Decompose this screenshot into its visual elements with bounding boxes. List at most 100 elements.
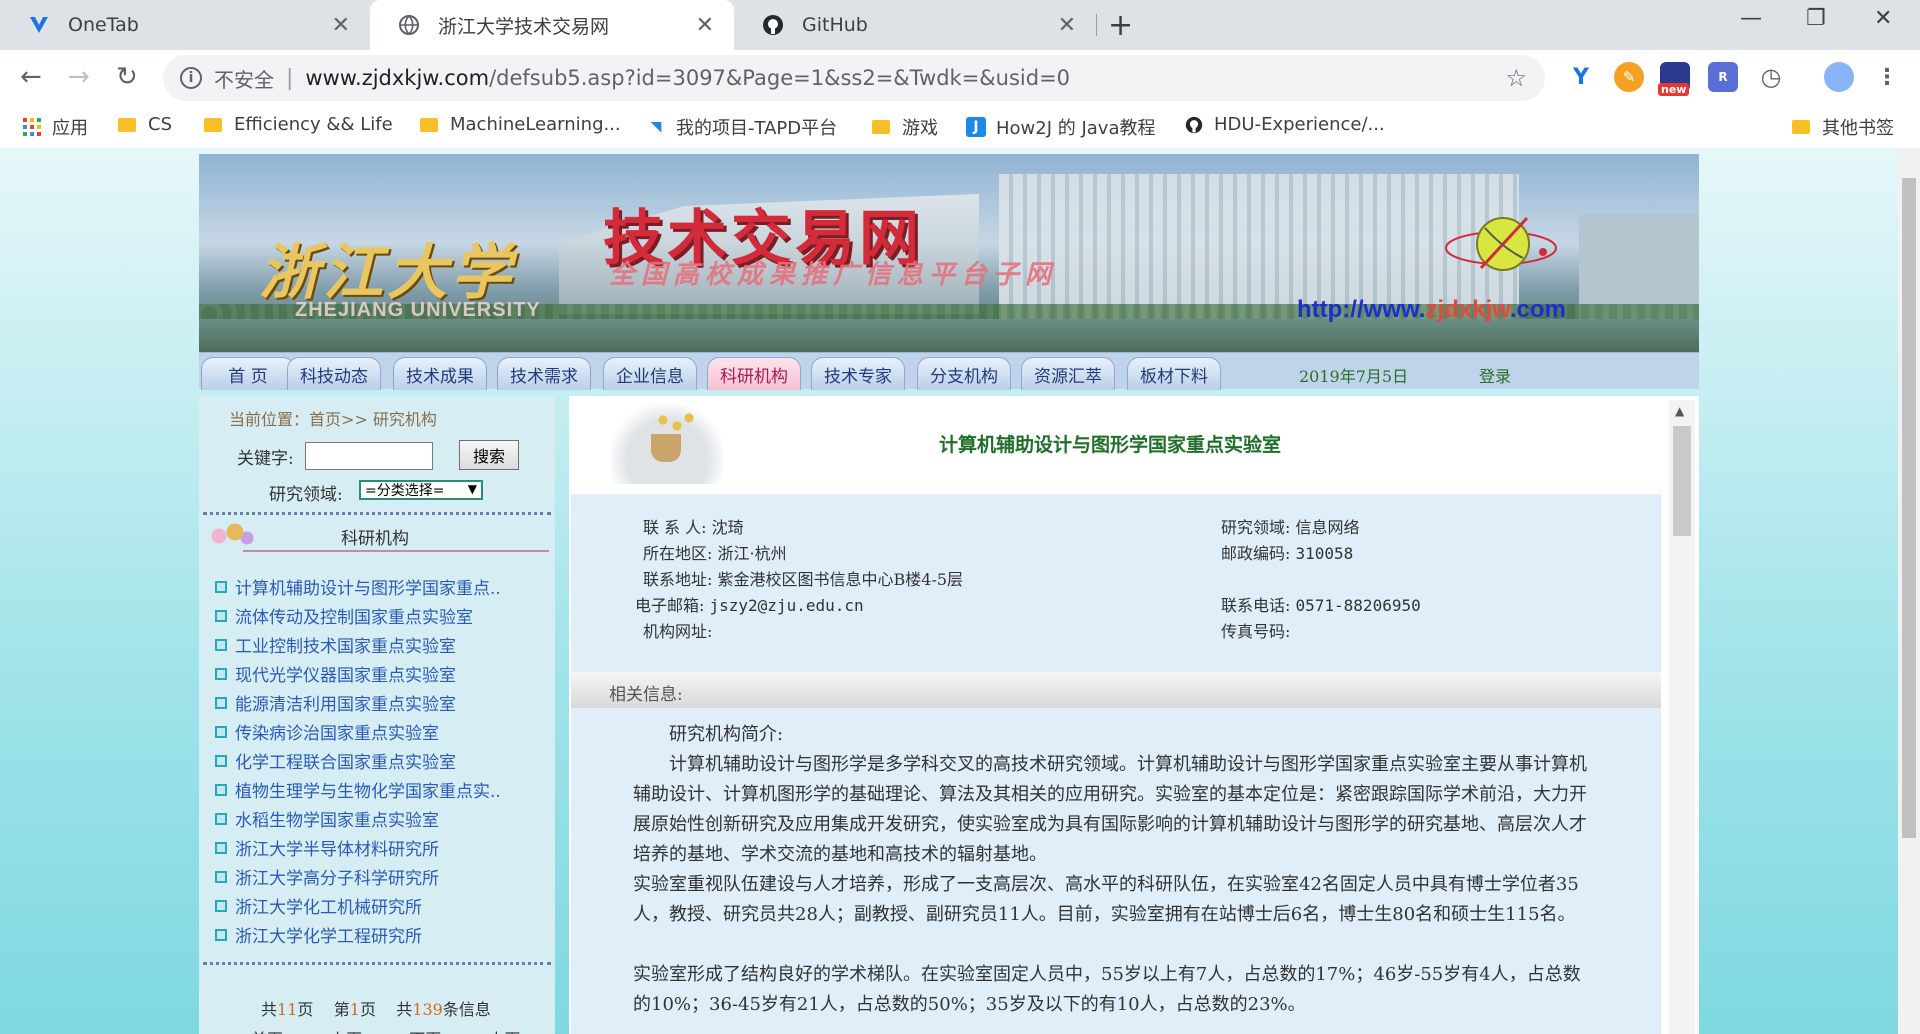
reload-icon[interactable]: ↻ [116,62,138,92]
nav-resources[interactable]: 资源汇萃 [1021,357,1115,390]
bullet-square-icon [215,899,227,912]
pager-first-link[interactable]: 首页 [251,1030,283,1034]
ext-r-icon[interactable]: R [1708,62,1738,92]
bookmark-games[interactable]: 游戏 [872,114,938,140]
avatar[interactable] [1824,62,1854,92]
list-item[interactable]: 计算机辅助设计与图形学国家重点.. [215,572,501,601]
breadcrumb-current[interactable]: 研究机构 [373,410,437,429]
new-tab-button[interactable]: + [1108,8,1133,43]
bookmark-hdu[interactable]: HDU-Experience/... [1184,114,1385,135]
bullet-square-icon [215,696,227,709]
description-paragraph: 实验室重视队伍建设与人才培养，形成了一支高层次、高水平的科研队伍，在实验室42名… [633,874,1579,925]
description-paragraph: 计算机辅助设计与图形学是多学科交叉的高技术研究领域。计算机辅助设计与图形学国家重… [633,754,1587,865]
address-bar[interactable]: i 不安全 | www.zjdxkjw.com /defsub5.asp?id=… [163,55,1545,101]
pager-prev-link[interactable]: 上页 [330,1030,362,1034]
bookmark-how2j[interactable]: J How2J 的 Java教程 [966,114,1156,140]
pager-next-link[interactable]: 下页 [409,1030,441,1034]
bookmark-ml[interactable]: MachineLearning... [420,114,621,135]
info-icon[interactable]: i [180,67,202,89]
close-tab-icon[interactable]: ✕ [332,13,350,38]
restore-icon[interactable]: ❐ [1806,6,1826,31]
nav-board-cutting[interactable]: 板材下料 [1127,357,1221,390]
close-tab-icon[interactable]: ✕ [696,13,714,38]
github-icon [1184,115,1204,135]
list-item[interactable]: 流体传动及控制国家重点实验室 [215,601,501,630]
list-item[interactable]: 浙江大学半导体材料研究所 [215,833,501,862]
bullet-square-icon [215,928,227,941]
close-tab-icon[interactable]: ✕ [1058,13,1076,38]
minimize-icon[interactable]: — [1740,6,1762,31]
list-item[interactable]: 植物生理学与生物化学国家重点实.. [215,775,501,804]
bullet-square-icon [215,841,227,854]
security-label: 不安全 [214,67,274,92]
tab-onetab[interactable]: OneTab ✕ [0,0,370,50]
tab-zjdxkjw[interactable]: 浙江大学技术交易网 ✕ [370,0,734,50]
list-item[interactable]: 水稻生物学国家重点实验室 [215,804,501,833]
lab-info-box: 联 系 人: 沈琦 所在地区: 浙江·杭州 联系地址: 紫金港校区图书信息中心B… [571,494,1661,672]
nav-tech-results[interactable]: 技术成果 [393,357,487,390]
nav-enterprise[interactable]: 企业信息 [603,357,697,390]
keyword-label: 关键字: [237,449,294,469]
nav-home[interactable]: 首 页 [201,357,295,390]
field-select[interactable]: =分类选择= ▼ [359,480,483,500]
website-row: 机构网址: [643,622,713,641]
ext-orange-icon[interactable]: ✎ [1614,62,1644,92]
bullet-square-icon [215,812,227,825]
pager-last-link[interactable]: 末页 [488,1030,520,1034]
dropdown-arrow-icon: ▼ [467,482,477,496]
scrollbar-thumb[interactable] [1673,426,1691,536]
list-item[interactable]: 能源清洁利用国家重点实验室 [215,688,501,717]
login-link[interactable]: 登录 [1479,363,1511,387]
bullet-square-icon [215,609,227,622]
tab-github[interactable]: GitHub ✕ [734,0,1096,50]
list-item[interactable]: 传染病诊治国家重点实验室 [215,717,501,746]
back-icon[interactable]: ← [20,62,42,92]
nav-research-institutes[interactable]: 科研机构 [707,357,801,390]
nav-tech-demand[interactable]: 技术需求 [497,357,591,390]
menu-icon[interactable]: ⋮ [1872,62,1902,92]
forward-icon[interactable]: → [68,62,90,92]
breadcrumb: 当前位置：首页>> 研究机构 [229,410,437,429]
search-button[interactable]: 搜索 [459,440,519,470]
list-item[interactable]: 工业控制技术国家重点实验室 [215,630,501,659]
nav-tech-news[interactable]: 科技动态 [287,357,381,390]
fax-row: 传真号码: [1221,622,1291,641]
folder-icon [420,117,438,132]
scroll-up-icon[interactable]: ▲ [1675,404,1684,418]
history-icon[interactable]: ◷ [1756,62,1786,92]
list-item[interactable]: 化学工程联合国家重点实验室 [215,746,501,775]
bullet-square-icon [215,667,227,680]
list-item[interactable]: 浙江大学化学工程研究所 [215,920,501,949]
nav-experts[interactable]: 技术专家 [811,357,905,390]
onetab-ext-icon[interactable]: Y [1566,62,1596,92]
bullet-square-icon [215,580,227,593]
description-paragraph: 实验室形成了结构良好的学术梯队。在实验室固定人员中，55岁以上有7人，占总数的1… [633,964,1581,1015]
nav-branches[interactable]: 分支机构 [917,357,1011,390]
list-item[interactable]: 浙江大学化工机械研究所 [215,891,501,920]
bookmark-star-icon[interactable]: ☆ [1505,64,1527,92]
list-item[interactable]: 浙江大学高分子科学研究所 [215,862,501,891]
content-scrollbar[interactable]: ▲ [1669,400,1695,1034]
phone-row: 联系电话: 0571-88206950 [1221,596,1421,615]
bookmark-apps[interactable]: 应用 [22,114,88,140]
close-window-icon[interactable]: ✕ [1874,6,1892,31]
page-scrollbar[interactable] [1898,148,1920,1034]
bookmark-cs[interactable]: CS [118,114,172,135]
keyword-input[interactable] [305,442,433,470]
bookmark-efficiency[interactable]: Efficiency && Life [204,114,393,135]
bookmark-other[interactable]: 其他书签 [1792,114,1894,140]
site-url-text: http://www.zjdxkjw.com [1297,296,1566,323]
email-value[interactable]: jszy2@zju.edu.cn [710,596,864,615]
onetab-icon [28,14,50,36]
how2j-icon: J [966,117,986,137]
ext-new-icon[interactable]: new [1658,62,1690,96]
lab-title: 计算机辅助设计与图形学国家重点实验室 [939,434,1282,456]
bookmark-tapd[interactable]: ◥ 我的项目-TAPD平台 [646,114,838,140]
folder-icon [872,120,890,134]
tab-title: GitHub [802,14,868,36]
list-item[interactable]: 现代光学仪器国家重点实验室 [215,659,501,688]
url-path: /defsub5.asp?id=3097&Page=1&ss2=&Twdk=&u… [489,66,1071,90]
scrollbar-thumb[interactable] [1902,178,1916,838]
folder-icon [1792,120,1810,134]
bullet-square-icon [215,754,227,767]
